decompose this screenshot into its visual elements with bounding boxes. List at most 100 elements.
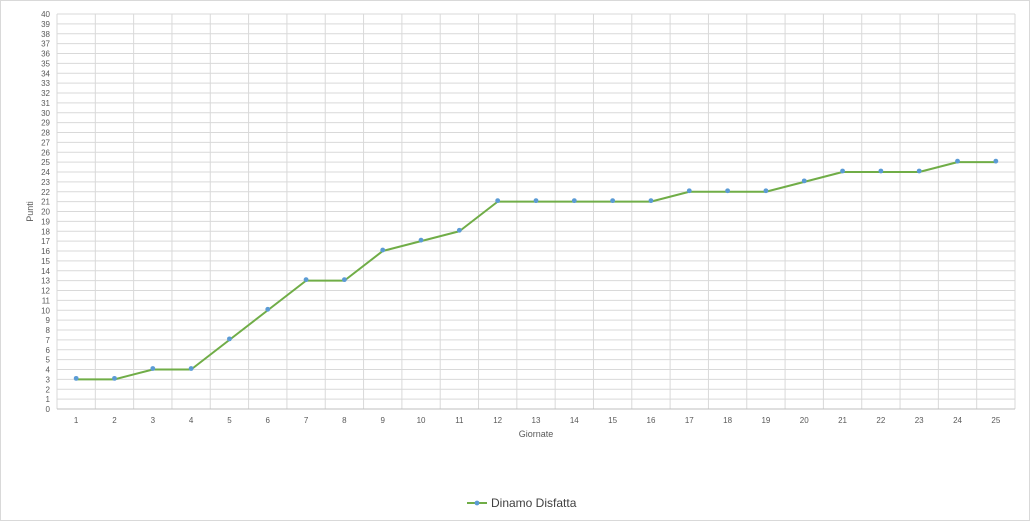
y-tick-label: 14 bbox=[41, 267, 50, 276]
y-tick-label: 31 bbox=[41, 99, 50, 108]
chart-area: 0 1 2 3 4 5 6 7 8 9 10 11 12 13 14 15 16 17 18 19 20 21 22 23 24… bbox=[0, 0, 1030, 521]
y-tick-label: 3 bbox=[46, 375, 51, 384]
legend-label: Dinamo Disfatta bbox=[491, 496, 577, 510]
data-point bbox=[495, 198, 501, 204]
x-tick-label: 7 bbox=[304, 416, 309, 425]
y-tick-label: 39 bbox=[41, 20, 50, 29]
gridlines bbox=[56, 13, 1016, 409]
data-point bbox=[610, 198, 616, 204]
data-point bbox=[955, 158, 960, 164]
x-tick-label: 1 bbox=[74, 416, 79, 425]
y-tick-label: 25 bbox=[41, 158, 50, 167]
x-tick-label: 22 bbox=[876, 416, 885, 425]
y-tick-label: 37 bbox=[41, 40, 50, 49]
y-tick-label: 7 bbox=[46, 336, 51, 345]
x-axis-tick-labels: 1 2 3 4 5 6 7 8 9 10 11 12 13 14 15 16 17 18 19 20 21 22 23 24 2… bbox=[74, 416, 1001, 425]
data-point bbox=[840, 168, 845, 174]
x-tick-label: 13 bbox=[532, 416, 541, 425]
x-tick-label: 4 bbox=[189, 416, 194, 425]
y-tick-label: 8 bbox=[46, 326, 51, 335]
x-tick-label: 9 bbox=[380, 416, 385, 425]
y-tick-label: 19 bbox=[41, 217, 50, 226]
line-chart: 0123456789101112131415161718192021222324… bbox=[25, 10, 1016, 510]
x-tick-label: 8 bbox=[342, 416, 347, 425]
y-tick-label: 11 bbox=[42, 296, 51, 305]
y-tick-label: 36 bbox=[41, 50, 50, 59]
data-point bbox=[725, 188, 730, 194]
y-tick-label: 21 bbox=[41, 198, 50, 207]
y-tick-label: 26 bbox=[41, 148, 50, 157]
y-tick-label: 29 bbox=[41, 119, 50, 128]
x-tick-label: 6 bbox=[266, 416, 271, 425]
y-tick-label: 1 bbox=[46, 395, 51, 404]
x-tick-label: 12 bbox=[493, 416, 502, 425]
y-axis-tick-labels: 0123456789101112131415161718192021222324… bbox=[41, 10, 50, 414]
data-point bbox=[227, 336, 232, 342]
data-point bbox=[380, 247, 386, 253]
y-tick-label: 28 bbox=[41, 129, 50, 138]
y-tick-label: 17 bbox=[41, 237, 50, 246]
data-point bbox=[571, 198, 577, 204]
y-tick-label: 40 bbox=[41, 10, 50, 19]
x-tick-label: 21 bbox=[838, 416, 847, 425]
y-tick-label: 6 bbox=[46, 346, 51, 355]
y-tick-label: 27 bbox=[41, 138, 50, 147]
data-point bbox=[150, 366, 156, 371]
y-tick-label: 18 bbox=[41, 227, 50, 236]
data-point bbox=[456, 227, 462, 233]
x-tick-label: 20 bbox=[800, 416, 809, 425]
y-tick-label: 10 bbox=[41, 306, 50, 315]
data-point bbox=[303, 277, 309, 283]
data-point bbox=[916, 168, 922, 174]
y-tick-label: 24 bbox=[41, 168, 50, 177]
data-point bbox=[763, 188, 769, 194]
data-point bbox=[533, 198, 539, 204]
x-tick-label: 17 bbox=[685, 416, 694, 425]
y-tick-label: 4 bbox=[46, 366, 51, 375]
legend-marker-swatch bbox=[474, 500, 480, 506]
data-point bbox=[648, 198, 654, 204]
x-tick-label: 25 bbox=[991, 416, 1000, 425]
x-tick-label: 24 bbox=[953, 416, 962, 425]
y-tick-label: 38 bbox=[41, 30, 50, 39]
x-tick-label: 11 bbox=[455, 416, 464, 425]
x-tick-label: 5 bbox=[227, 416, 232, 425]
y-tick-label: 2 bbox=[46, 385, 51, 394]
x-tick-label: 3 bbox=[151, 416, 156, 425]
y-tick-label: 12 bbox=[41, 287, 50, 296]
legend: Dinamo Disfatta bbox=[467, 496, 577, 510]
x-tick-label: 18 bbox=[723, 416, 732, 425]
data-point bbox=[342, 277, 347, 283]
x-tick-label: 15 bbox=[608, 416, 617, 425]
x-tick-label: 23 bbox=[915, 416, 924, 425]
data-point bbox=[878, 168, 884, 174]
y-tick-label: 0 bbox=[46, 405, 51, 414]
data-point bbox=[265, 306, 271, 312]
y-tick-label: 5 bbox=[46, 356, 51, 365]
x-axis-title: Giornate bbox=[519, 429, 554, 439]
y-axis-title: Punti bbox=[25, 201, 35, 222]
y-tick-label: 34 bbox=[41, 69, 50, 78]
x-tick-label: 14 bbox=[570, 416, 579, 425]
x-tick-label: 16 bbox=[647, 416, 656, 425]
data-point bbox=[686, 188, 692, 194]
y-tick-label: 20 bbox=[41, 208, 50, 217]
x-tick-label: 2 bbox=[112, 416, 117, 425]
x-tick-label: 10 bbox=[417, 416, 426, 425]
y-tick-label: 22 bbox=[41, 188, 50, 197]
data-point bbox=[801, 178, 807, 184]
data-point bbox=[418, 237, 424, 243]
x-tick-label: 19 bbox=[761, 416, 770, 425]
y-tick-label: 9 bbox=[46, 316, 51, 325]
y-tick-label: 35 bbox=[41, 59, 50, 68]
data-point bbox=[73, 375, 79, 381]
y-tick-label: 23 bbox=[41, 178, 50, 187]
y-tick-label: 16 bbox=[41, 247, 50, 256]
data-point bbox=[112, 375, 117, 381]
y-tick-label: 13 bbox=[41, 277, 50, 286]
y-tick-label: 33 bbox=[41, 79, 50, 88]
y-tick-label: 32 bbox=[41, 89, 50, 98]
data-point bbox=[188, 366, 194, 371]
data-point bbox=[993, 158, 999, 164]
y-tick-label: 15 bbox=[41, 257, 50, 266]
